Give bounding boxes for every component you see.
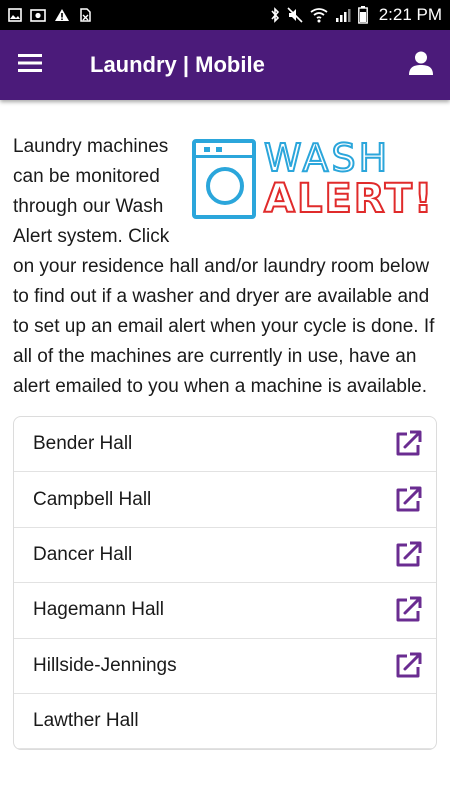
external-link-icon[interactable] bbox=[392, 650, 424, 682]
gallery-icon bbox=[8, 8, 22, 22]
hall-list-item-hillside-jennings[interactable]: Hillside-Jennings bbox=[14, 639, 436, 694]
external-link-icon[interactable] bbox=[392, 428, 424, 460]
no-sim-icon bbox=[78, 8, 92, 22]
hall-name: Hagemann Hall bbox=[33, 599, 164, 621]
external-link-icon[interactable] bbox=[392, 539, 424, 571]
hall-list-item-dancer-hall[interactable]: Dancer Hall bbox=[14, 528, 436, 584]
hall-name: Campbell Hall bbox=[33, 488, 152, 510]
external-link-icon[interactable] bbox=[392, 594, 424, 626]
bluetooth-icon bbox=[270, 7, 280, 23]
signal-icon bbox=[335, 7, 351, 23]
status-right-icons: 2:21 PM bbox=[270, 5, 442, 25]
hall-list-item-bender-hall[interactable]: Bender Hall bbox=[14, 417, 436, 473]
user-profile-button[interactable] bbox=[392, 30, 450, 100]
hall-list-item-hagemann-hall[interactable]: Hagemann Hall bbox=[14, 583, 436, 639]
hamburger-menu-icon bbox=[18, 53, 42, 77]
logo-text: WASH ALERT! bbox=[263, 136, 435, 222]
external-link-icon[interactable] bbox=[392, 484, 424, 516]
battery-icon bbox=[357, 6, 368, 24]
hall-name: Lawther Hall bbox=[33, 710, 139, 732]
menu-button[interactable] bbox=[0, 30, 60, 100]
hall-list: Bender Hall Campbell Hall Dancer Hall Ha… bbox=[13, 416, 437, 751]
hall-name: Dancer Hall bbox=[33, 543, 133, 565]
main-content: WASH ALERT! Laundry machines can be moni… bbox=[0, 100, 450, 800]
hall-name: Hillside-Jennings bbox=[33, 654, 177, 676]
photo-icon bbox=[30, 8, 46, 22]
hall-list-item-lawther-hall[interactable]: Lawther Hall bbox=[14, 694, 436, 750]
wash-alert-logo: WASH ALERT! bbox=[192, 134, 437, 224]
hall-list-item-campbell-hall[interactable]: Campbell Hall bbox=[14, 472, 436, 528]
logo-word-wash: WASH bbox=[263, 136, 391, 180]
user-icon bbox=[408, 50, 434, 81]
status-bar: 2:21 PM bbox=[0, 0, 450, 30]
wifi-icon bbox=[310, 7, 328, 23]
status-time: 2:21 PM bbox=[378, 5, 442, 24]
mute-icon bbox=[287, 7, 303, 23]
page-title: Laundry | Mobile bbox=[90, 52, 265, 77]
logo-word-alert: ALERT! bbox=[263, 176, 435, 222]
washer-icon bbox=[192, 139, 256, 219]
warning-icon bbox=[54, 8, 70, 22]
app-bar: Laundry | Mobile bbox=[0, 30, 450, 100]
hall-name: Bender Hall bbox=[33, 433, 133, 455]
status-left-icons bbox=[8, 8, 92, 22]
